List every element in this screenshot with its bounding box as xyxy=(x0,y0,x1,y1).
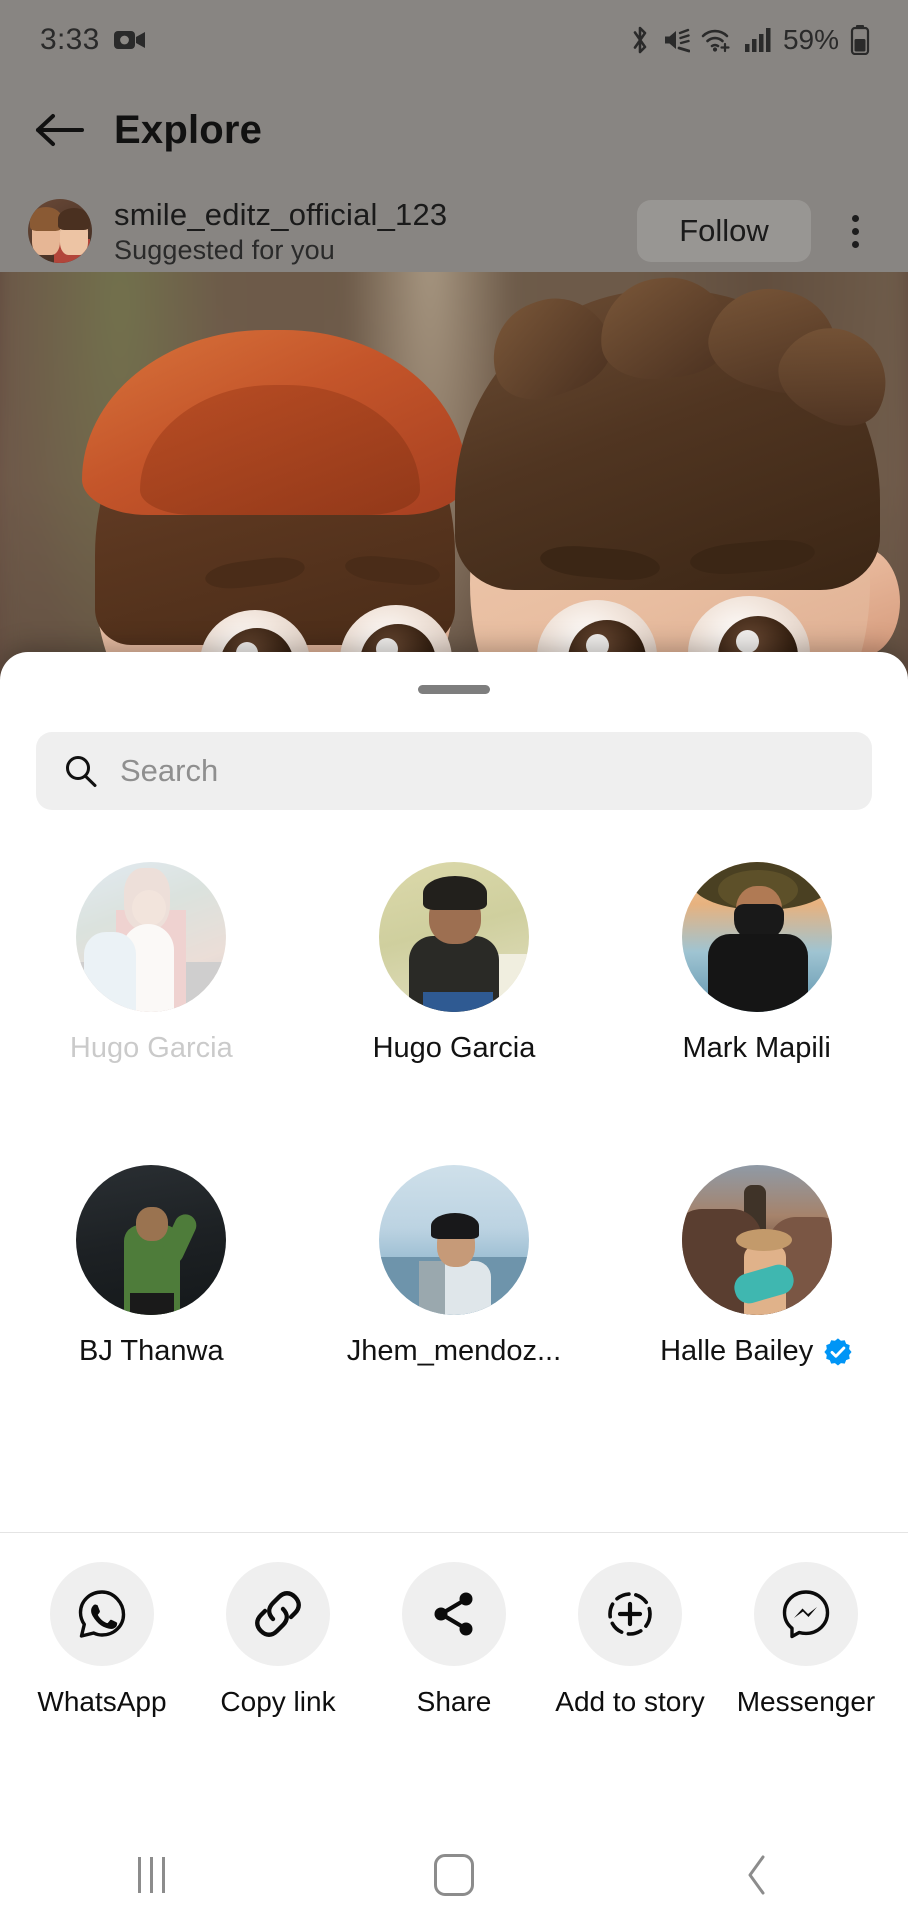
share-targets-row: WhatsApp Copy link Share Add to story Me… xyxy=(0,1562,908,1718)
share-icon-circle xyxy=(226,1562,330,1666)
contact-avatar xyxy=(76,1165,227,1315)
contact-item[interactable]: Mark Mapili xyxy=(605,862,908,1065)
recents-icon xyxy=(137,1857,165,1893)
whatsapp-icon xyxy=(78,1590,126,1638)
home-icon xyxy=(433,1854,474,1896)
share-target-label: Add to story xyxy=(555,1686,705,1717)
screen-record-icon xyxy=(113,31,145,49)
share-target-whatsapp[interactable]: WhatsApp xyxy=(20,1562,185,1718)
account-text-block: smile_editz_official_123 Suggested for y… xyxy=(114,197,447,266)
share-target-share[interactable]: Share xyxy=(372,1562,537,1718)
signal-icon xyxy=(744,28,771,52)
contact-name-text: BJ Thanwa xyxy=(79,1335,224,1367)
contact-item[interactable]: Hugo Garcia xyxy=(0,862,303,1065)
chevron-left-icon xyxy=(748,1855,765,1895)
contact-item[interactable]: Jhem_mendoz... xyxy=(303,1165,606,1368)
contact-name-text: Hugo Garcia xyxy=(69,1032,233,1064)
share-icon-circle xyxy=(402,1562,506,1666)
contact-item[interactable]: Halle Bailey xyxy=(605,1165,908,1368)
contact-name: BJ Thanwa xyxy=(79,1335,224,1368)
contacts-grid: Hugo Garcia Hugo Garcia Mark Mapili BJ T… xyxy=(0,810,908,1368)
share-icon-circle xyxy=(578,1562,682,1666)
link-icon xyxy=(255,1591,301,1637)
contact-avatar xyxy=(378,862,529,1012)
mute-icon xyxy=(664,28,690,53)
verified-badge-icon xyxy=(824,1337,852,1366)
nav-home-button[interactable] xyxy=(394,1830,514,1920)
contact-name: Halle Bailey xyxy=(660,1335,853,1368)
contact-avatar xyxy=(378,1165,529,1315)
battery-icon xyxy=(850,25,870,55)
status-clock: 3:33 xyxy=(40,23,100,56)
share-bottom-sheet: Hugo Garcia Hugo Garcia xyxy=(0,652,908,1920)
suggested-account-row[interactable]: smile_editz_official_123 Suggested for y… xyxy=(0,190,908,272)
contact-name: Mark Mapili xyxy=(683,1032,831,1065)
share-target-label: Messenger xyxy=(736,1686,876,1717)
share-icon-circle xyxy=(50,1562,154,1666)
contact-name-text: Halle Bailey xyxy=(660,1335,814,1367)
contact-name-text: Mark Mapili xyxy=(682,1032,831,1064)
contact-name: Hugo Garcia xyxy=(70,1032,233,1065)
share-target-label: Share xyxy=(416,1686,492,1717)
contact-name-text: Jhem_mendoz... xyxy=(346,1335,562,1367)
share-target-copy-link[interactable]: Copy link xyxy=(196,1562,361,1718)
account-subtitle: Suggested for you xyxy=(114,234,335,265)
contact-name: Hugo Garcia xyxy=(373,1032,536,1065)
contact-avatar xyxy=(681,1165,832,1315)
contact-item[interactable]: Hugo Garcia xyxy=(303,862,606,1065)
messenger-icon xyxy=(782,1590,830,1639)
search-box[interactable] xyxy=(36,732,872,810)
status-bar-left: 3:33 xyxy=(40,23,146,57)
arrow-left-icon xyxy=(36,114,84,146)
android-nav-bar xyxy=(0,1830,908,1920)
bluetooth-icon xyxy=(633,26,647,54)
search-icon xyxy=(66,756,97,787)
app-header: Explore xyxy=(0,80,908,180)
account-username[interactable]: smile_editz_official_123 xyxy=(114,197,447,233)
share-target-messenger[interactable]: Messenger xyxy=(724,1562,889,1718)
contacts-row-spacer xyxy=(0,1065,908,1165)
page-title: Explore xyxy=(114,107,263,152)
contacts-row-1: Hugo Garcia Hugo Garcia Mark Mapili xyxy=(0,862,908,1065)
back-button[interactable] xyxy=(26,97,92,163)
account-avatar[interactable] xyxy=(28,199,92,263)
contact-name-text: Hugo Garcia xyxy=(372,1032,536,1064)
follow-button[interactable]: Follow xyxy=(637,200,811,262)
search-input[interactable] xyxy=(120,753,844,789)
contact-avatar xyxy=(681,862,832,1012)
search-section xyxy=(0,694,908,810)
contact-avatar xyxy=(76,862,227,1012)
contact-name: Jhem_mendoz... xyxy=(347,1335,561,1368)
contacts-row-2: BJ Thanwa Jhem_mendoz... Halle Bailey xyxy=(0,1165,908,1368)
share-nodes-icon xyxy=(434,1592,473,1636)
status-bar: 3:33 59% xyxy=(0,0,908,80)
nav-recents-button[interactable] xyxy=(91,1830,211,1920)
share-target-label: WhatsApp xyxy=(37,1686,167,1717)
kebab-menu-icon[interactable] xyxy=(830,206,880,256)
sheet-drag-handle[interactable] xyxy=(418,685,490,694)
nav-back-button[interactable] xyxy=(697,1830,817,1920)
battery-percent-label: 59% xyxy=(782,24,839,55)
add-to-story-icon xyxy=(608,1592,652,1636)
share-target-add-to-story[interactable]: Add to story xyxy=(548,1562,713,1718)
wifi-icon xyxy=(701,29,730,53)
share-target-label: Copy link xyxy=(220,1686,336,1717)
contact-item[interactable]: BJ Thanwa xyxy=(0,1165,303,1368)
share-icon-circle xyxy=(754,1562,858,1666)
sheet-divider xyxy=(0,1532,908,1533)
phone-screen: 3:33 59% Explore smile_editz_official_12… xyxy=(0,0,908,1920)
status-bar-right: 59% xyxy=(629,0,870,80)
